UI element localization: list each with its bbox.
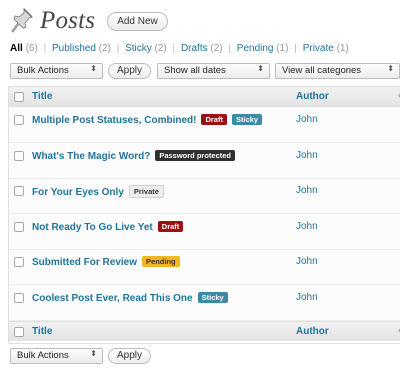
column-author-header[interactable]: Author bbox=[296, 91, 329, 102]
dates-filter-select[interactable]: Show all dates ⬍ bbox=[157, 63, 270, 79]
status-badge: Draft bbox=[157, 220, 184, 232]
post-author-link[interactable]: John bbox=[296, 185, 318, 196]
column-title-header[interactable]: Title bbox=[32, 91, 52, 102]
dates-filter-value: Show all dates bbox=[164, 65, 226, 76]
row-checkbox[interactable] bbox=[14, 115, 24, 125]
filter-pending-count: (1) bbox=[276, 43, 289, 54]
status-badge: Sticky bbox=[231, 114, 263, 125]
post-title-link[interactable]: For Your Eyes Only Private bbox=[32, 185, 164, 198]
filter-sticky[interactable]: Sticky bbox=[125, 43, 152, 54]
column-author-footer[interactable]: Author bbox=[296, 326, 329, 337]
table-header: Title Author ‹ bbox=[9, 87, 400, 107]
post-title-link[interactable]: Multiple Post Statuses, Combined! Draft St… bbox=[32, 114, 263, 126]
table-row: Not Ready To Go Live Yet Draft John bbox=[9, 214, 400, 250]
status-badge: Sticky bbox=[197, 291, 228, 303]
apply-button[interactable]: Apply bbox=[108, 63, 152, 79]
post-title-link[interactable]: What's The Magic Word? Password protected bbox=[32, 149, 235, 162]
row-checkbox[interactable] bbox=[14, 257, 24, 267]
status-badge: Draft bbox=[201, 114, 227, 125]
categories-filter-value: View all categories bbox=[282, 65, 362, 76]
row-checkbox[interactable] bbox=[14, 292, 24, 303]
table-row: For Your Eyes Only Private John bbox=[9, 179, 400, 214]
post-author-link[interactable]: John bbox=[296, 221, 318, 232]
bulk-actions-value: Bulk Actions bbox=[17, 65, 69, 76]
table-footer: Title Author ‹ bbox=[9, 321, 400, 341]
filter-separator: | bbox=[43, 43, 47, 54]
apply-button-bottom[interactable]: Apply bbox=[108, 348, 152, 364]
post-author-link[interactable]: John bbox=[296, 292, 318, 303]
post-author-link[interactable]: John bbox=[296, 256, 318, 267]
filter-private[interactable]: Private bbox=[303, 43, 334, 54]
post-title-text[interactable]: For Your Eyes Only bbox=[32, 187, 124, 198]
post-title-text[interactable]: Coolest Post Ever, Read This One bbox=[32, 293, 193, 304]
post-title-text[interactable]: Not Ready To Go Live Yet bbox=[32, 222, 153, 233]
post-title-text[interactable]: What's The Magic Word? bbox=[32, 151, 150, 162]
pushpin-icon bbox=[11, 7, 33, 33]
filter-pending[interactable]: Pending bbox=[237, 43, 274, 54]
table-row: Submitted For Review Pending John bbox=[9, 250, 400, 285]
page-header: Posts Add New bbox=[10, 4, 168, 38]
column-title-footer[interactable]: Title bbox=[32, 326, 52, 337]
post-title-link[interactable]: Submitted For Review Pending bbox=[32, 256, 180, 268]
status-badge: Private bbox=[128, 185, 164, 198]
filter-published-count: (2) bbox=[98, 43, 111, 54]
status-badge: Password protected bbox=[155, 149, 235, 161]
add-new-button[interactable]: Add New bbox=[107, 11, 168, 31]
dropdown-arrows-icon: ⬍ bbox=[90, 64, 97, 73]
dropdown-arrows-icon: ⬍ bbox=[257, 64, 264, 73]
filter-separator: | bbox=[228, 43, 232, 54]
bulk-actions-select[interactable]: Bulk Actions ⬍ bbox=[10, 63, 103, 79]
row-checkbox[interactable] bbox=[14, 150, 24, 161]
bulk-actions-value-bottom: Bulk Actions bbox=[17, 350, 69, 361]
status-filters: All (6) | Published (2) | Sticky (2) | D… bbox=[10, 43, 349, 54]
status-badge: Pending bbox=[142, 256, 180, 267]
row-checkbox[interactable] bbox=[14, 186, 24, 196]
table-row: Multiple Post Statuses, Combined! Draft St… bbox=[9, 108, 400, 143]
filter-drafts[interactable]: Drafts bbox=[181, 43, 208, 54]
posts-table: Title Author ‹ Multiple Post Statuses, C… bbox=[8, 86, 400, 344]
select-all-checkbox[interactable] bbox=[14, 92, 24, 102]
filter-drafts-count: (2) bbox=[210, 43, 223, 54]
categories-filter-select[interactable]: View all categories ⬍ bbox=[275, 63, 400, 79]
row-checkbox[interactable] bbox=[14, 221, 24, 232]
post-title-link[interactable]: Coolest Post Ever, Read This One Sticky bbox=[32, 291, 228, 304]
post-author-link[interactable]: John bbox=[296, 150, 318, 161]
filter-sticky-count: (2) bbox=[154, 43, 167, 54]
table-row: Coolest Post Ever, Read This One Sticky Jo… bbox=[9, 285, 400, 321]
page-title: Posts bbox=[40, 7, 96, 34]
dropdown-arrows-icon: ⬍ bbox=[90, 349, 97, 358]
filter-published[interactable]: Published bbox=[52, 43, 96, 54]
filter-all[interactable]: All bbox=[10, 43, 23, 54]
table-row: What's The Magic Word? Password protected… bbox=[9, 143, 400, 179]
select-all-checkbox-footer[interactable] bbox=[14, 327, 24, 337]
filter-separator: | bbox=[294, 43, 297, 54]
filter-separator: | bbox=[172, 43, 176, 54]
filter-separator: | bbox=[116, 43, 120, 54]
filter-all-count: (6) bbox=[25, 43, 38, 54]
post-title-text[interactable]: Submitted For Review bbox=[32, 257, 137, 268]
post-title-text[interactable]: Multiple Post Statuses, Combined! bbox=[32, 115, 196, 126]
bulk-actions-select-bottom[interactable]: Bulk Actions ⬍ bbox=[10, 348, 103, 364]
filter-private-count: (1) bbox=[336, 43, 349, 54]
post-title-link[interactable]: Not Ready To Go Live Yet Draft bbox=[32, 220, 184, 233]
post-author-link[interactable]: John bbox=[296, 114, 318, 125]
dropdown-arrows-icon: ⬍ bbox=[387, 64, 394, 73]
